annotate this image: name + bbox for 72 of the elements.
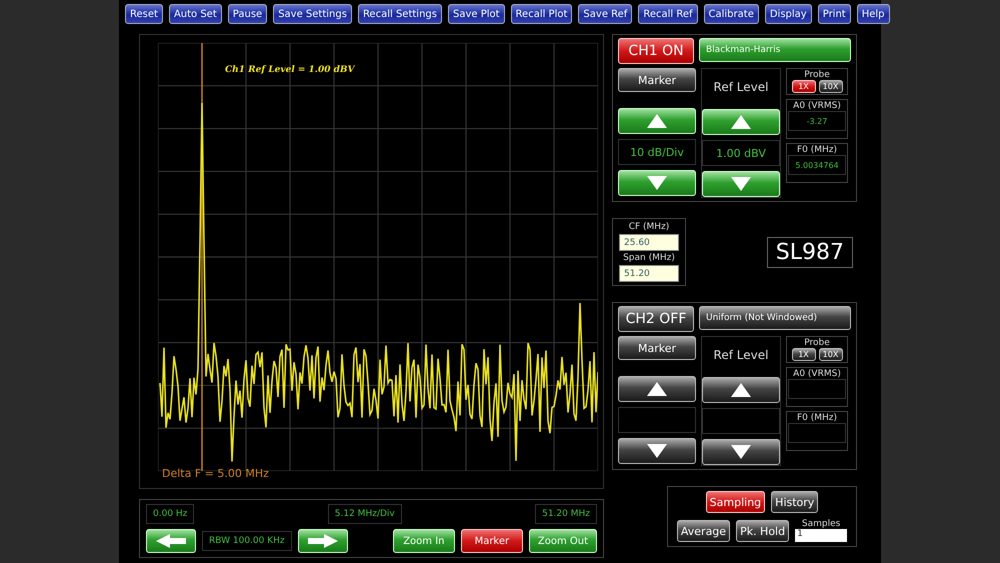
toolbar-button[interactable]: Print (818, 4, 851, 24)
a0-label: A0 (VRMS) (793, 369, 841, 379)
probe-label: Probe (804, 70, 830, 80)
toolbar-button[interactable]: Save Plot (448, 4, 505, 24)
down-button[interactable] (618, 438, 696, 464)
right-arrow-button[interactable] (298, 529, 348, 553)
empty-readout (788, 423, 846, 443)
acquisition-button[interactable]: Pk. Hold (736, 520, 790, 542)
channel-toggle[interactable]: CH2 OFF (618, 306, 694, 332)
rbw-readout: RBW 100.00 KHz (202, 531, 292, 551)
device-model: SL987 (766, 236, 853, 268)
toolbar-button[interactable]: Pause (228, 4, 268, 24)
acquisition-button[interactable]: Average (676, 520, 730, 542)
marker-button[interactable]: Marker (618, 68, 696, 92)
f0-label: F0 (MHz) (796, 413, 838, 423)
toolbar-button[interactable]: Auto Set (168, 4, 222, 24)
probe-option[interactable]: 1X (792, 348, 816, 361)
down-triangle-icon (647, 444, 667, 458)
channel-toggle[interactable]: CH1 ON (618, 38, 694, 64)
empty-readout (788, 379, 846, 399)
cf-label: CF (MHz) (628, 222, 670, 232)
plot-button[interactable]: Zoom Out (528, 529, 597, 553)
toolbar-button[interactable]: Recall Ref (638, 4, 698, 24)
up-button[interactable] (702, 377, 780, 403)
end-frequency: 51.20 MHz (535, 504, 597, 524)
start-frequency: 0.00 Hz (146, 504, 194, 524)
ref-level-label: Ch1 Ref Level = 1.00 dBV (225, 65, 354, 75)
cf-field[interactable]: 25.60 (619, 234, 679, 251)
left-arrow-icon (156, 534, 186, 548)
up-triangle-icon (647, 114, 667, 128)
mode-button[interactable]: History (771, 491, 818, 513)
marker-button[interactable]: Marker (618, 336, 696, 360)
scale-readout: 10 dB/Div (618, 139, 696, 165)
down-triangle-icon (731, 177, 751, 191)
toolbar-button[interactable]: Recall Plot (510, 4, 572, 24)
toolbar-button[interactable]: Save Ref (578, 4, 632, 24)
toolbar-button[interactable]: Reset (125, 4, 163, 24)
toolbar-button[interactable]: Display (764, 4, 812, 24)
probe-option[interactable]: 10X (818, 348, 842, 361)
samples-label: Samples (802, 519, 840, 529)
samples-field[interactable]: 1 (795, 529, 848, 542)
f0-value: 5.0034764 (788, 155, 846, 175)
delta-label: Delta F = 5.00 MHz (162, 467, 269, 480)
toolbar-button[interactable]: Help (856, 4, 890, 24)
a0-label: A0 (VRMS) (793, 101, 841, 111)
down-triangle-icon (647, 176, 667, 190)
probe-option[interactable]: 1X (792, 80, 816, 93)
up-triangle-icon (647, 382, 667, 396)
toolbar-button[interactable]: Recall Settings (358, 4, 442, 24)
ref-level-title: Ref Level (712, 346, 770, 364)
left-arrow-button[interactable] (146, 529, 196, 553)
plot-button[interactable]: Marker (460, 529, 523, 553)
toolbar-button[interactable]: Save Settings (273, 4, 352, 24)
ref-level-title: Ref Level (712, 78, 770, 96)
mode-button[interactable]: Sampling (706, 491, 766, 513)
span-label: Span (MHz) (623, 253, 675, 263)
a0-value: -3.27 (788, 111, 846, 131)
plot-button[interactable]: Zoom In (392, 529, 455, 553)
ref-level-readout: 1.00 dBV (702, 140, 780, 166)
window-dropdown[interactable]: Uniform (Not Windowed) (699, 306, 851, 330)
up-triangle-icon (731, 383, 751, 397)
span-field[interactable]: 51.20 (619, 265, 679, 282)
frequency-per-division: 5.12 MHz/Div (328, 504, 402, 524)
toolbar-button[interactable]: Calibrate (704, 4, 759, 24)
up-button[interactable] (618, 376, 696, 402)
probe-option[interactable]: 10X (818, 80, 842, 93)
up-triangle-icon (731, 115, 751, 129)
down-triangle-icon (731, 445, 751, 459)
down-button[interactable] (702, 439, 780, 465)
probe-label: Probe (804, 338, 830, 348)
f0-label: F0 (MHz) (796, 145, 838, 155)
right-arrow-icon (308, 534, 338, 548)
